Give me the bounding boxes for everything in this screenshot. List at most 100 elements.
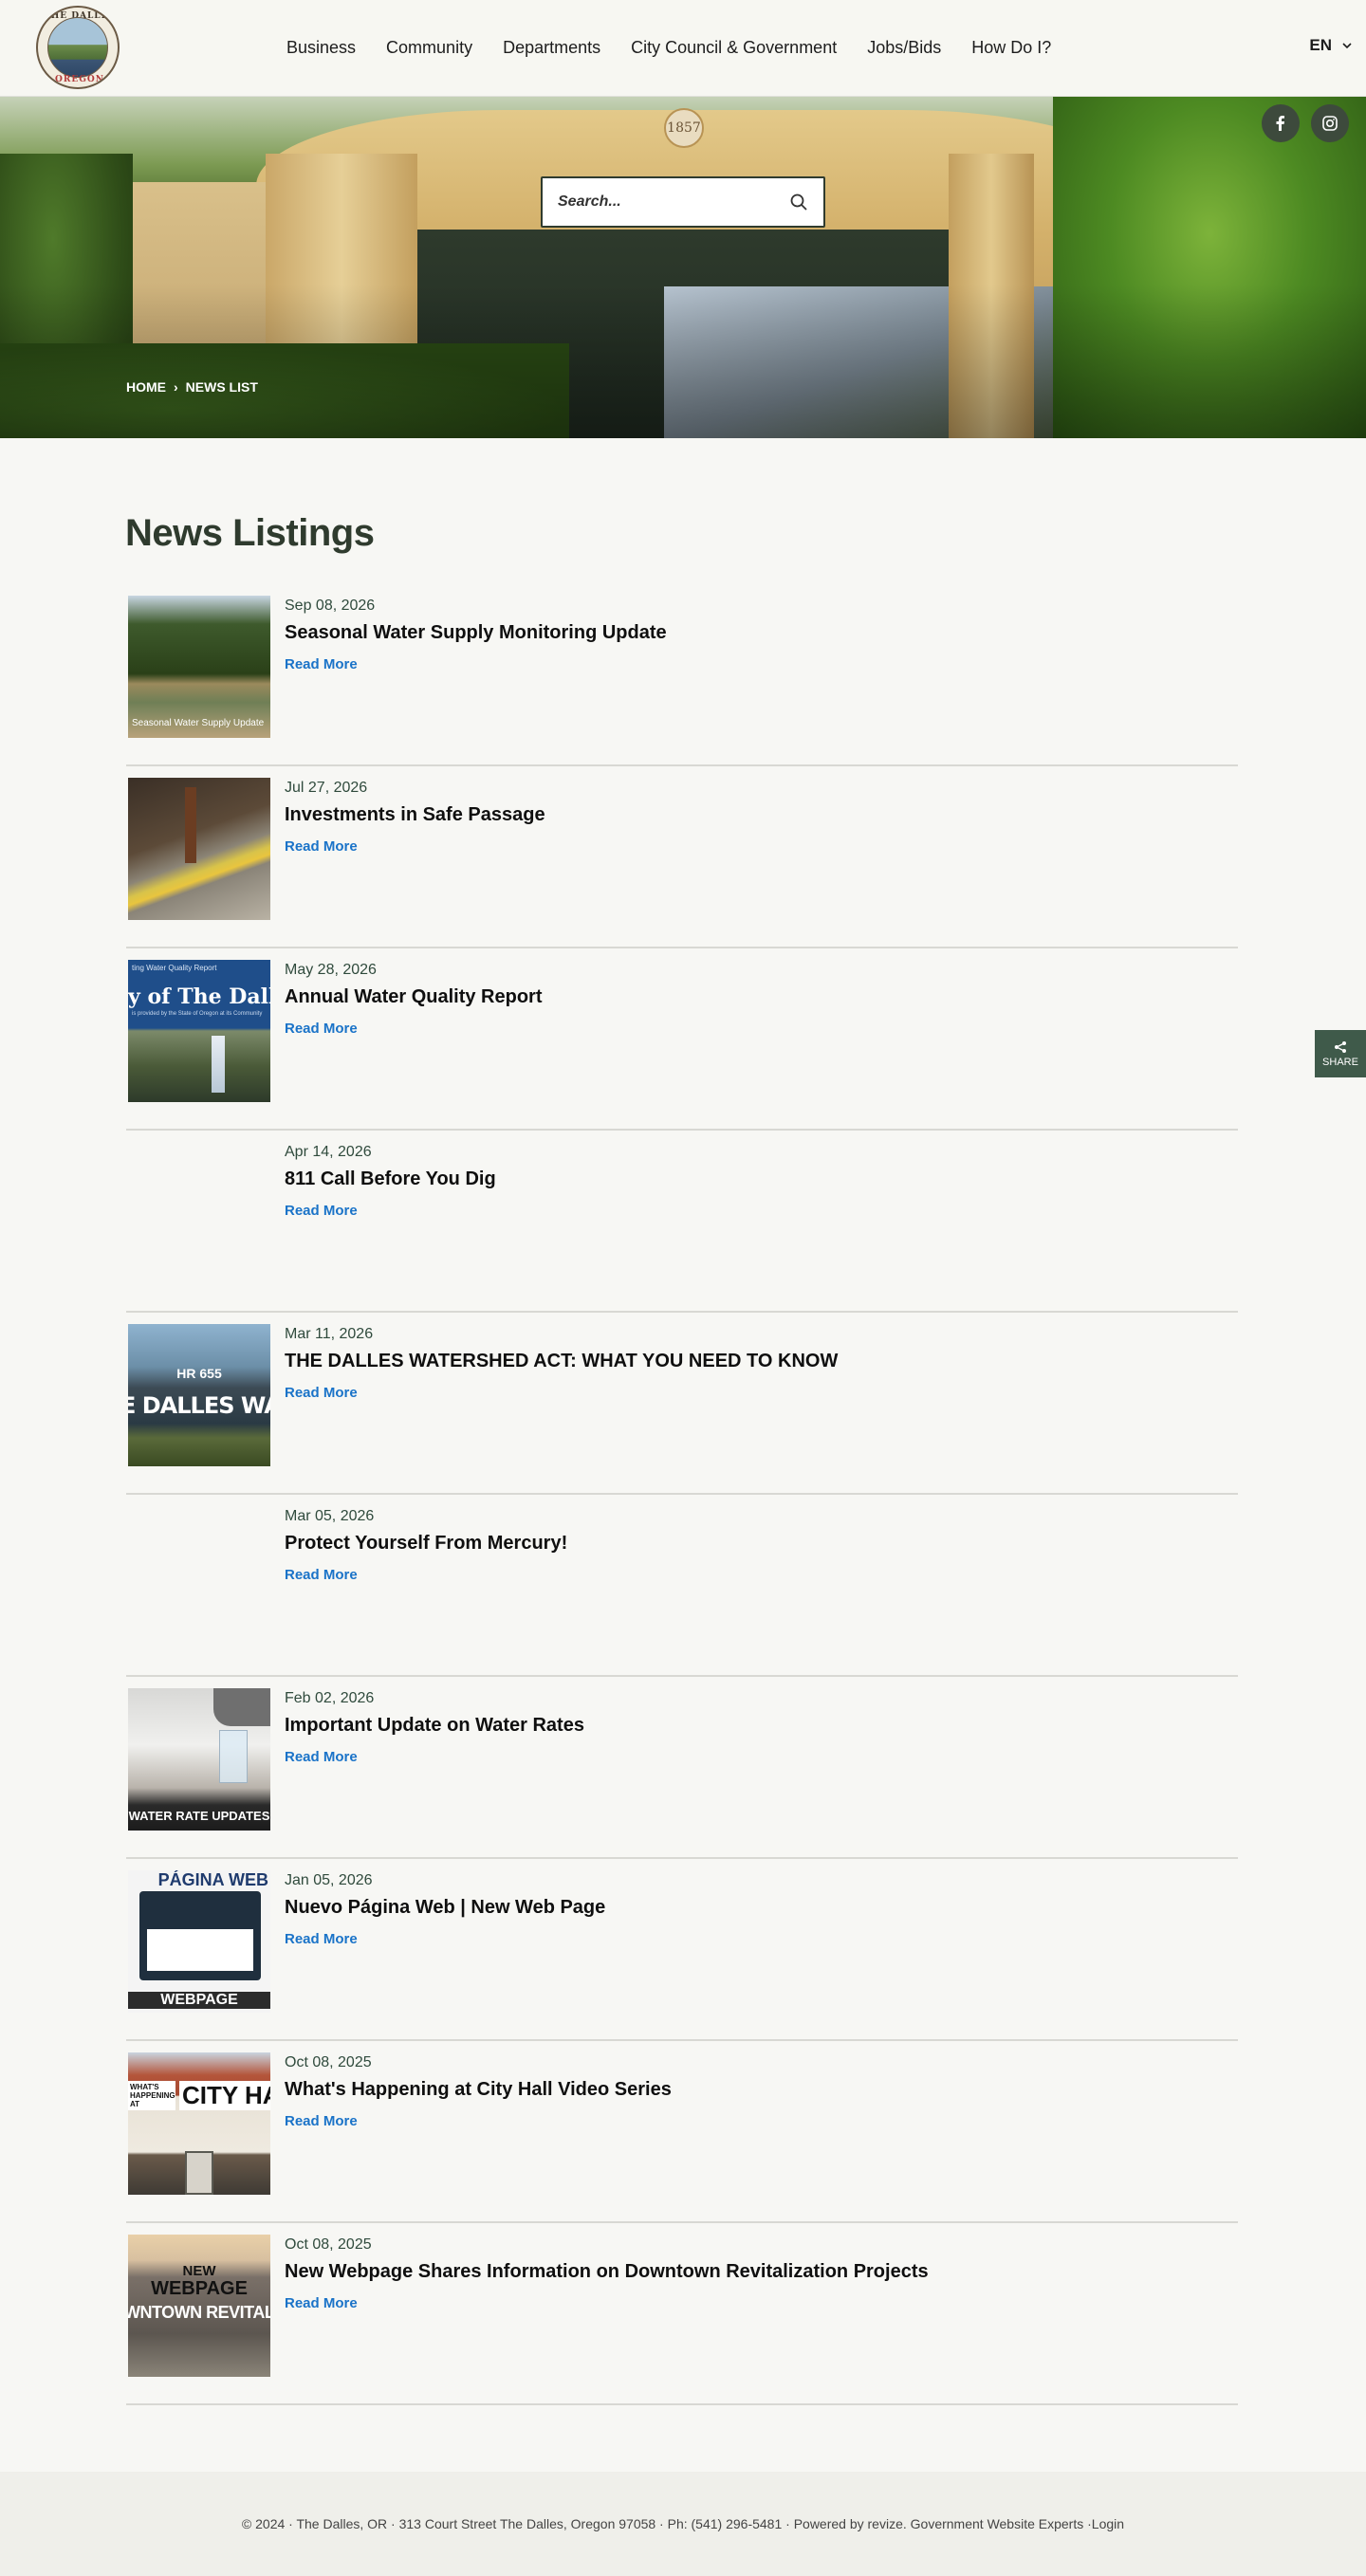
search-input[interactable] <box>558 193 789 211</box>
thumbnail-glass <box>219 1730 248 1783</box>
news-item: Seasonal Water Supply Update Sep 08, 202… <box>126 584 1238 766</box>
login-link[interactable]: Login <box>1092 2516 1124 2531</box>
thumbnail-door <box>185 2151 213 2195</box>
news-title[interactable]: THE DALLES WATERSHED ACT: WHAT YOU NEED … <box>285 1351 838 1372</box>
share-button[interactable]: SHARE <box>1315 1030 1366 1077</box>
instagram-link[interactable] <box>1311 104 1349 142</box>
breadcrumb: HOME › NEWS LIST <box>126 379 258 395</box>
news-date: May 28, 2026 <box>285 962 377 978</box>
thumbnail-text: WEBPAGE <box>151 2278 248 2299</box>
news-item: HR 655 E DALLES WATERSHED Mar 11, 2026 T… <box>126 1313 1238 1495</box>
news-item: WATER RATE UPDATES Feb 02, 2026 Importan… <box>126 1677 1238 1859</box>
facebook-link[interactable] <box>1262 104 1300 142</box>
news-thumbnail[interactable]: NEW WEBPAGE WNTOWN REVITALIZAT <box>128 2235 270 2377</box>
read-more-link[interactable]: Read More <box>285 1021 358 1037</box>
site-header: THE DALLES OREGON Business Community Dep… <box>0 0 1366 97</box>
thumbnail-text: CITY HAI <box>179 2081 270 2110</box>
thumbnail-text: E DALLES WATERSHED <box>128 1392 270 1419</box>
news-item: ting Water Quality Report y of The Dalle… <box>126 948 1238 1131</box>
news-date: Feb 02, 2026 <box>285 1690 375 1706</box>
news-thumbnail[interactable]: WHAT'S HAPPENING AT CITY HAI <box>128 2052 270 2195</box>
news-thumbnail[interactable]: ting Water Quality Report y of The Dalle… <box>128 960 270 1102</box>
thumbnail-faucet <box>213 1688 270 1726</box>
search-box <box>541 176 825 228</box>
page-title: News Listings <box>125 512 375 554</box>
news-date: Jan 05, 2026 <box>285 1872 373 1888</box>
search-icon[interactable] <box>789 193 808 212</box>
news-thumbnail[interactable]: HR 655 E DALLES WATERSHED <box>128 1324 270 1466</box>
breadcrumb-current: NEWS LIST <box>185 379 258 395</box>
news-title[interactable]: Investments in Safe Passage <box>285 804 545 826</box>
hero-banner: 1857 HOME › NEWS LIST <box>0 97 1366 438</box>
thumbnail-waterfall <box>212 1036 225 1093</box>
thumbnail-text: WNTOWN REVITALIZAT <box>128 2303 270 2322</box>
news-title[interactable]: Seasonal Water Supply Monitoring Update <box>285 622 667 644</box>
read-more-link[interactable]: Read More <box>285 1203 358 1219</box>
news-item: Jul 27, 2026 Investments in Safe Passage… <box>126 766 1238 948</box>
news-title[interactable]: Protect Yourself From Mercury! <box>285 1533 567 1555</box>
language-selector[interactable]: EN <box>1309 36 1353 55</box>
thumbnail-text: y of The Dalles <box>128 984 270 1009</box>
news-date: Jul 27, 2026 <box>285 780 368 796</box>
thumbnail-text: HR 655 <box>176 1366 222 1381</box>
read-more-link[interactable]: Read More <box>285 2113 358 2129</box>
language-label: EN <box>1309 36 1332 54</box>
footer-text: © 2024 · The Dalles, OR · 313 Court Stre… <box>241 2516 1092 2531</box>
news-list: Seasonal Water Supply Update Sep 08, 202… <box>126 584 1238 2405</box>
news-thumbnail[interactable]: PÁGINA WEB WEBPAGE <box>128 1870 270 2013</box>
thumbnail-text: PÁGINA WEB <box>157 1870 268 1889</box>
thumbnail-text: WHAT'S HAPPENING AT <box>128 2081 175 2110</box>
breadcrumb-home[interactable]: HOME <box>126 379 166 395</box>
social-links <box>1262 104 1349 142</box>
thumbnail-text: NEW <box>182 2263 216 2279</box>
thumbnail-screen <box>139 1891 261 1980</box>
news-date: Oct 08, 2025 <box>285 2236 372 2253</box>
logo-emblem-icon <box>47 17 108 78</box>
facebook-icon <box>1276 116 1284 131</box>
read-more-link[interactable]: Read More <box>285 656 358 672</box>
news-title[interactable]: Nuevo Página Web | New Web Page <box>285 1897 605 1919</box>
news-title[interactable]: Important Update on Water Rates <box>285 1715 584 1737</box>
nav-city-council[interactable]: City Council & Government <box>631 38 837 58</box>
share-label: SHARE <box>1322 1056 1358 1068</box>
news-thumbnail[interactable]: Seasonal Water Supply Update <box>128 596 270 738</box>
nav-business[interactable]: Business <box>286 38 356 58</box>
news-thumbnail[interactable]: WATER RATE UPDATES <box>128 1688 270 1831</box>
thumbnail-text: WEBPAGE <box>128 1992 270 2009</box>
read-more-link[interactable]: Read More <box>285 838 358 855</box>
thumbnail-caption: WATER RATE UPDATES <box>128 1809 270 1823</box>
news-date: Oct 08, 2025 <box>285 2054 372 2070</box>
read-more-link[interactable]: Read More <box>285 1385 358 1401</box>
news-item: PÁGINA WEB WEBPAGE Jan 05, 2026 Nuevo Pá… <box>126 1859 1238 2041</box>
city-logo[interactable]: THE DALLES OREGON <box>36 6 120 89</box>
site-footer: © 2024 · The Dalles, OR · 313 Court Stre… <box>0 2472 1366 2576</box>
news-item: Apr 14, 2026 811 Call Before You Dig Rea… <box>126 1131 1238 1313</box>
news-title[interactable]: New Webpage Shares Information on Downto… <box>285 2261 929 2283</box>
main-nav: Business Community Departments City Coun… <box>286 0 1081 95</box>
nav-jobs-bids[interactable]: Jobs/Bids <box>867 38 941 58</box>
news-title[interactable]: Annual Water Quality Report <box>285 986 543 1008</box>
read-more-link[interactable]: Read More <box>285 2295 358 2311</box>
news-item: Mar 05, 2026 Protect Yourself From Mercu… <box>126 1495 1238 1677</box>
news-date: Sep 08, 2026 <box>285 598 376 614</box>
breadcrumb-separator-icon: › <box>174 379 178 395</box>
instagram-icon <box>1322 116 1338 131</box>
news-date: Mar 11, 2026 <box>285 1326 374 1342</box>
news-date: Apr 14, 2026 <box>285 1144 372 1160</box>
news-title[interactable]: 811 Call Before You Dig <box>285 1168 496 1190</box>
read-more-link[interactable]: Read More <box>285 1749 358 1765</box>
read-more-link[interactable]: Read More <box>285 1931 358 1947</box>
news-item: NEW WEBPAGE WNTOWN REVITALIZAT Oct 08, 2… <box>126 2223 1238 2405</box>
nav-how-do-i[interactable]: How Do I? <box>971 38 1051 58</box>
read-more-link[interactable]: Read More <box>285 1567 358 1583</box>
thumbnail-text: ting Water Quality Report <box>132 964 217 972</box>
thumbnail-caption: Seasonal Water Supply Update <box>132 718 265 728</box>
nav-community[interactable]: Community <box>386 38 472 58</box>
thumbnail-text: is provided by the State of Oregon at it… <box>132 1011 263 1017</box>
chevron-down-icon <box>1342 43 1352 49</box>
news-thumbnail[interactable] <box>128 778 270 920</box>
news-date: Mar 05, 2026 <box>285 1508 375 1524</box>
news-title[interactable]: What's Happening at City Hall Video Seri… <box>285 2079 672 2101</box>
share-icon <box>1335 1040 1346 1053</box>
nav-departments[interactable]: Departments <box>503 38 600 58</box>
